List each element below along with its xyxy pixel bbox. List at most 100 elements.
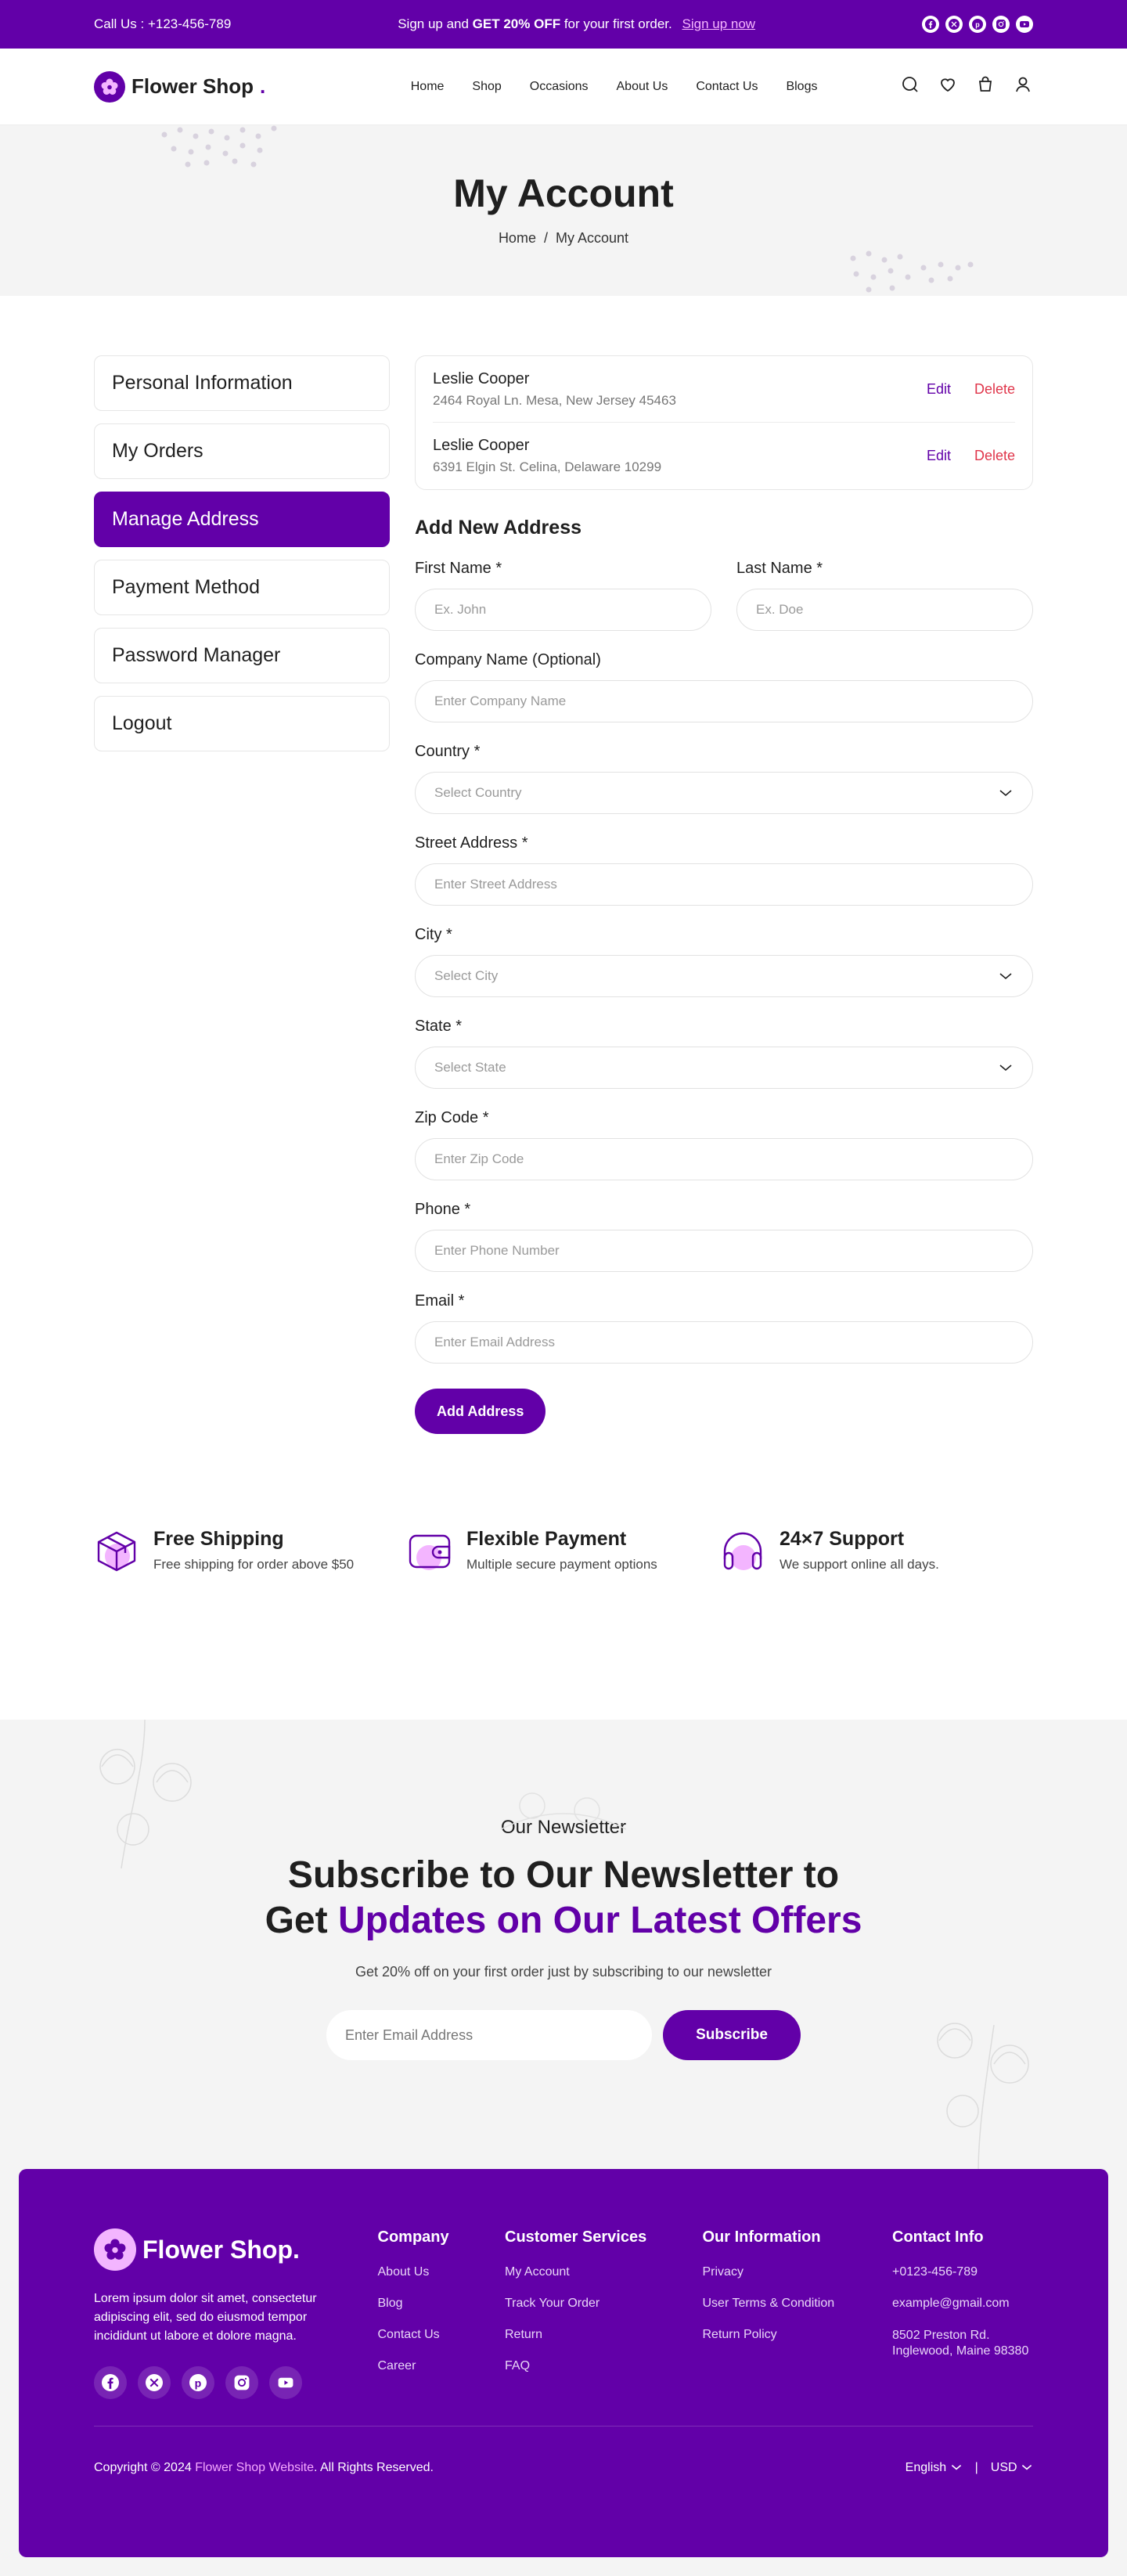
email-label: Email * bbox=[415, 1292, 465, 1310]
currency-select[interactable]: USD bbox=[991, 2461, 1033, 2475]
footer-column-our-information: Our Information Privacy User Terms & Con… bbox=[703, 2228, 867, 2399]
svg-text:p: p bbox=[975, 21, 980, 29]
subscribe-button[interactable]: Subscribe bbox=[663, 2010, 801, 2060]
nav-home[interactable]: Home bbox=[411, 80, 445, 94]
footer-column-title: Our Information bbox=[702, 2228, 821, 2246]
add-address-button[interactable]: Add Address bbox=[415, 1389, 546, 1434]
footer-link[interactable]: Blog bbox=[378, 2297, 480, 2311]
social-links: p bbox=[921, 16, 1033, 33]
address-row: Leslie Cooper 2464 Royal Ln. Mesa, New J… bbox=[433, 356, 1015, 423]
nav-about[interactable]: About Us bbox=[617, 80, 668, 94]
footer-bottom: Copyright © 2024 Flower Shop Website. Al… bbox=[94, 2426, 1033, 2475]
instagram-icon[interactable] bbox=[225, 2366, 258, 2399]
last-name-label: Last Name * bbox=[736, 560, 823, 577]
account-main: Personal Information My Orders Manage Ad… bbox=[0, 296, 1127, 1434]
sidebar-item-personal-information[interactable]: Personal Information bbox=[94, 355, 390, 411]
first-name-input[interactable]: Ex. John bbox=[415, 589, 711, 631]
footer-link[interactable]: Return Policy bbox=[703, 2328, 867, 2342]
manage-address-panel: Leslie Cooper 2464 Royal Ln. Mesa, New J… bbox=[415, 355, 1033, 1434]
main-nav: Home Shop Occasions About Us Contact Us … bbox=[411, 80, 818, 94]
locale-selectors: English | USD bbox=[906, 2461, 1033, 2475]
footer-wrapper: Flower Shop. Lorem ipsum dolor sit amet,… bbox=[0, 2169, 1127, 2576]
state-select[interactable]: Select State bbox=[415, 1047, 1033, 1089]
feature-item: 24×7 Support We support online all days. bbox=[720, 1528, 1033, 1720]
locale-separator: | bbox=[974, 2461, 978, 2474]
footer-column-title: Company bbox=[377, 2228, 449, 2246]
brand-logo[interactable]: Flower Shop. bbox=[94, 70, 265, 103]
footer-link[interactable]: About Us bbox=[378, 2265, 480, 2279]
footer-link[interactable]: Track Your Order bbox=[505, 2297, 677, 2311]
address-text: 2464 Royal Ln. Mesa, New Jersey 45463 bbox=[433, 392, 676, 408]
heart-icon[interactable] bbox=[938, 74, 958, 99]
footer-phone[interactable]: +0123-456-789 bbox=[892, 2265, 1033, 2279]
decorative-dots bbox=[850, 250, 974, 293]
signup-link[interactable]: Sign up now bbox=[682, 16, 756, 31]
sidebar-item-password-manager[interactable]: Password Manager bbox=[94, 628, 390, 683]
footer-link[interactable]: FAQ bbox=[505, 2359, 677, 2373]
edit-address-button[interactable]: Edit bbox=[927, 381, 951, 398]
footer-link[interactable]: My Account bbox=[505, 2265, 677, 2279]
user-icon[interactable] bbox=[1013, 74, 1033, 99]
facebook-icon[interactable] bbox=[94, 2366, 127, 2399]
delete-address-button[interactable]: Delete bbox=[974, 381, 1015, 398]
feature-text: Free shipping for order above $50 bbox=[153, 1557, 355, 1572]
x-twitter-icon[interactable] bbox=[138, 2366, 171, 2399]
nav-blogs[interactable]: Blogs bbox=[786, 80, 817, 94]
sidebar-item-manage-address[interactable]: Manage Address bbox=[94, 492, 390, 547]
site-footer: Flower Shop. Lorem ipsum dolor sit amet,… bbox=[19, 2169, 1108, 2557]
footer-link[interactable]: User Terms & Condition bbox=[703, 2297, 867, 2311]
language-select[interactable]: English bbox=[906, 2461, 963, 2475]
footer-logo[interactable]: Flower Shop. bbox=[94, 2228, 352, 2271]
state-select-value: Select State bbox=[434, 1060, 506, 1075]
footer-link[interactable]: Return bbox=[505, 2328, 677, 2342]
header-actions bbox=[900, 74, 1033, 99]
sidebar-item-my-orders[interactable]: My Orders bbox=[94, 423, 390, 479]
pinterest-icon[interactable]: p bbox=[182, 2366, 214, 2399]
youtube-icon[interactable] bbox=[269, 2366, 302, 2399]
flower-outline-decoration bbox=[937, 2023, 1029, 2169]
sidebar-item-logout[interactable]: Logout bbox=[94, 696, 390, 751]
nav-shop[interactable]: Shop bbox=[472, 80, 501, 94]
saved-address-list: Leslie Cooper 2464 Royal Ln. Mesa, New J… bbox=[415, 355, 1033, 490]
city-select[interactable]: Select City bbox=[415, 955, 1033, 997]
feature-title: 24×7 Support bbox=[780, 1528, 905, 1550]
search-icon[interactable] bbox=[900, 74, 920, 99]
street-input[interactable]: Enter Street Address bbox=[415, 863, 1033, 906]
footer-email[interactable]: example@gmail.com bbox=[892, 2297, 1033, 2311]
box-icon bbox=[97, 1531, 136, 1572]
x-twitter-icon[interactable] bbox=[945, 16, 963, 33]
edit-address-button[interactable]: Edit bbox=[927, 448, 951, 464]
footer-address: 8502 Preston Rd. Inglewood, Maine 98380 bbox=[892, 2329, 1029, 2358]
first-name-label: First Name * bbox=[415, 560, 502, 577]
footer-link[interactable]: Contact Us bbox=[378, 2328, 480, 2342]
phone-input[interactable]: Enter Phone Number bbox=[415, 1230, 1033, 1272]
company-input[interactable]: Enter Company Name bbox=[415, 680, 1033, 722]
breadcrumb-home[interactable]: Home bbox=[499, 230, 536, 246]
nav-occasions[interactable]: Occasions bbox=[530, 80, 589, 94]
flower-outline-decoration bbox=[99, 1720, 192, 1869]
footer-link[interactable]: Privacy bbox=[703, 2265, 867, 2279]
youtube-icon[interactable] bbox=[1015, 16, 1033, 33]
newsletter-email-input[interactable]: Enter Email Address bbox=[326, 2010, 652, 2060]
instagram-icon[interactable] bbox=[992, 16, 1010, 33]
sidebar-item-payment-method[interactable]: Payment Method bbox=[94, 560, 390, 615]
last-name-input[interactable]: Ex. Doe bbox=[736, 589, 1033, 631]
features-strip: Free Shipping Free shipping for order ab… bbox=[0, 1434, 1127, 1720]
feature-title: Flexible Payment bbox=[466, 1528, 627, 1550]
zip-input[interactable]: Enter Zip Code bbox=[415, 1138, 1033, 1180]
delete-address-button[interactable]: Delete bbox=[974, 448, 1015, 464]
pinterest-icon[interactable]: p bbox=[968, 16, 986, 33]
company-label: Company Name (Optional) bbox=[415, 651, 601, 668]
copyright-link[interactable]: Flower Shop Website bbox=[195, 2461, 314, 2474]
country-select[interactable]: Select Country bbox=[415, 772, 1033, 814]
footer-link[interactable]: Career bbox=[378, 2359, 480, 2373]
breadcrumb-separator: / bbox=[543, 230, 548, 246]
nav-contact[interactable]: Contact Us bbox=[696, 80, 758, 94]
footer-column-contact-info: Contact Info +0123-456-789 example@gmail… bbox=[892, 2228, 1033, 2399]
flower-logo-icon bbox=[94, 70, 125, 103]
country-select-value: Select Country bbox=[434, 785, 522, 800]
footer-column-title: Customer Services bbox=[505, 2228, 647, 2246]
email-input[interactable]: Enter Email Address bbox=[415, 1321, 1033, 1364]
facebook-icon[interactable] bbox=[921, 16, 939, 33]
cart-icon[interactable] bbox=[975, 74, 996, 99]
